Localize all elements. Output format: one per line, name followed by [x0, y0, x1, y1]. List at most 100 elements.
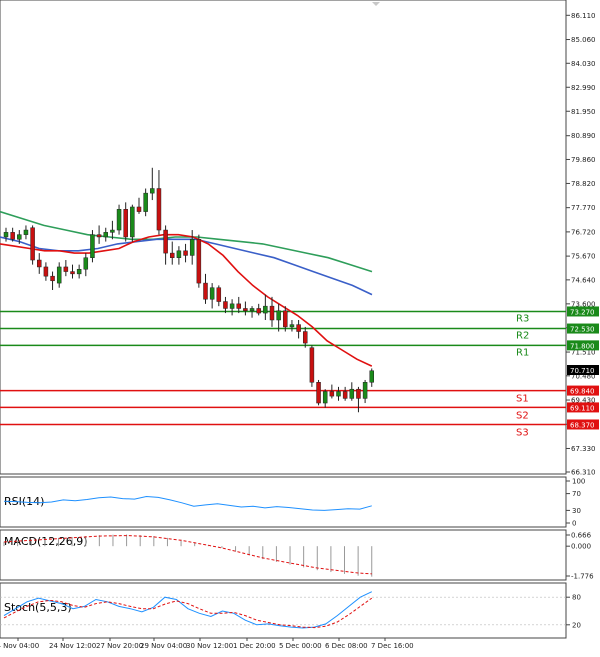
candle-body	[130, 206, 135, 238]
candle-body	[249, 308, 255, 312]
price-tick-label: 84.030	[571, 60, 596, 68]
rsi-tick-label: 30	[572, 507, 581, 515]
price-tick-label: 80.890	[571, 132, 596, 140]
level-label-r2: R2	[516, 331, 529, 342]
price-tick-label: 76.720	[571, 228, 596, 236]
price-tick-label: 86.110	[571, 12, 596, 20]
stoch-tick-label: 80	[572, 594, 581, 602]
macd-tick-label: -1.776	[571, 573, 594, 581]
level-label-s2: S2	[516, 410, 529, 421]
level-label-r3: R3	[516, 313, 529, 324]
candle-body	[263, 305, 268, 314]
candle-body	[83, 257, 89, 270]
candle-body	[150, 188, 155, 194]
rsi-pane-frame	[0, 476, 567, 528]
candle-body	[123, 209, 128, 238]
candle-body	[316, 382, 321, 404]
price-tick-label: 67.330	[571, 445, 596, 453]
level-label-s3: S3	[516, 427, 529, 438]
level-tag-text: 68.370	[570, 421, 595, 429]
candle-body	[203, 282, 208, 300]
time-tick-label: 24 Nov 12:00	[49, 642, 96, 650]
price-tick-label: 85.060	[571, 36, 596, 44]
candle-body	[362, 382, 368, 399]
price-tick-label: 82.990	[571, 84, 596, 92]
candle-body	[3, 232, 9, 238]
candle-body	[336, 391, 341, 397]
candle-body	[209, 287, 215, 300]
candle-body	[329, 391, 335, 397]
rsi-tick-label: 70	[572, 490, 581, 498]
candle-body	[30, 227, 35, 261]
candle-body	[70, 271, 75, 275]
candle-body	[110, 229, 115, 233]
candle-body	[196, 239, 202, 284]
level-tag-text: 69.110	[570, 404, 595, 412]
price-pane[interactable]: R3 R2 R1 S1 S2 S3 86.110 85.060 84.030 82.990 81.…	[0, 0, 599, 477]
price-tick-label: 79.860	[571, 156, 596, 164]
candle-body	[296, 324, 301, 332]
rsi-pane[interactable]: RSI(14) 10070300	[0, 476, 585, 528]
candle-body	[56, 266, 62, 284]
stoch-pane[interactable]: Stoch(5,5,3) 8020	[0, 582, 581, 639]
candle-body	[369, 370, 374, 383]
candle-body	[236, 303, 241, 309]
candle-body	[309, 347, 315, 383]
candle-body	[342, 391, 348, 399]
candle-body	[96, 234, 102, 238]
level-tag-text: 73.270	[570, 308, 595, 316]
candle-body	[283, 310, 288, 328]
candle-body	[50, 275, 55, 282]
time-tick-label: 1 Dec 20:00	[233, 642, 276, 650]
candle-body	[163, 229, 168, 254]
candle-body	[76, 269, 82, 275]
price-tick-label: 81.950	[571, 108, 596, 116]
candle-body	[223, 301, 228, 309]
time-tick-label: 7 Dec 16:00	[371, 642, 414, 650]
level-tag-text: 71.800	[570, 342, 595, 350]
candle-body	[269, 305, 275, 321]
candle-body	[37, 259, 42, 268]
candle-body	[303, 331, 308, 344]
price-pane-frame	[0, 0, 567, 475]
candle-body	[229, 303, 235, 309]
candle-body	[289, 324, 295, 328]
time-tick-label: 29 Nov 04:00	[140, 642, 187, 650]
time-tick-label: 27 Nov 20:00	[96, 642, 143, 650]
candle-body	[10, 232, 15, 240]
time-tick-label: 6 Dec 08:00	[325, 642, 368, 650]
macd-pane[interactable]: MACD(12,26,9) 0.6660.000-1.776	[0, 529, 594, 581]
price-tick-label: 77.770	[571, 204, 596, 212]
candle-body	[243, 308, 248, 312]
candle-body	[17, 234, 22, 240]
stoch-pane-frame	[0, 582, 567, 639]
current-price-text: 70.710	[570, 367, 595, 375]
macd-tick-label: 0.666	[571, 532, 592, 540]
candle-body	[322, 391, 328, 404]
candle-body	[143, 192, 148, 212]
price-tick-label: 75.670	[571, 253, 596, 261]
macd-tick-label: 0.000	[571, 543, 591, 551]
candle-body	[256, 308, 261, 314]
rsi-tick-label: 100	[572, 478, 585, 486]
level-label-s1: S1	[516, 394, 529, 405]
rsi-tick-label: 0	[572, 520, 576, 528]
candle-body	[349, 388, 355, 399]
candle-body	[43, 266, 49, 277]
candle-body	[90, 234, 95, 258]
candle-body	[176, 250, 182, 258]
candle-body	[63, 266, 69, 272]
stoch-tick-label: 20	[572, 621, 581, 629]
price-tick-label: 74.640	[571, 276, 596, 284]
time-tick-label: 5 Dec 00:00	[279, 642, 322, 650]
current-price-tag: 70.710	[567, 365, 599, 375]
candle-body	[116, 209, 122, 231]
level-label-r1: R1	[516, 347, 529, 358]
candle-body	[276, 310, 281, 321]
level-tag-text: 72.530	[570, 326, 595, 334]
trading-chart[interactable]: R3 R2 R1 S1 S2 S3 86.110 85.060 84.030 82.990 81.…	[0, 0, 600, 653]
candle-body	[23, 229, 29, 235]
price-tick-label: 66.310	[571, 469, 596, 477]
candle-body	[356, 388, 361, 399]
time-tick-label: 30 Nov 12:00	[186, 642, 233, 650]
